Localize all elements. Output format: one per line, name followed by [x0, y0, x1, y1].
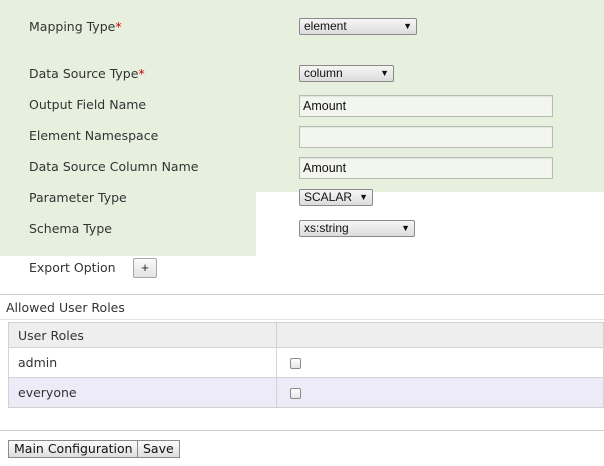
role-admin-checkbox[interactable] — [290, 358, 301, 369]
divider — [0, 319, 604, 320]
role-name: everyone — [8, 377, 277, 408]
mapping-type-value: element — [304, 19, 347, 33]
role-checkbox-cell — [276, 377, 604, 408]
user-roles-table: User Roles admin everyone — [8, 322, 604, 408]
table-header-row: User Roles — [8, 322, 604, 348]
add-export-option-button[interactable]: + — [133, 258, 157, 278]
role-name: admin — [8, 347, 277, 378]
data-source-type-value: column — [304, 66, 343, 80]
schema-type-label: Schema Type — [29, 221, 112, 236]
checkbox-column-header — [276, 322, 604, 348]
output-field-name-label: Output Field Name — [29, 97, 147, 112]
output-field-name-input[interactable]: Amount — [299, 95, 553, 117]
main-configuration-button[interactable]: Main Configuration — [8, 440, 139, 458]
chevron-down-icon: ▼ — [401, 223, 410, 233]
chevron-down-icon: ▼ — [359, 192, 368, 202]
required-asterisk: * — [138, 66, 145, 81]
divider — [0, 294, 604, 295]
required-asterisk: * — [115, 19, 122, 34]
element-namespace-input[interactable] — [299, 126, 553, 148]
role-everyone-checkbox[interactable] — [290, 388, 301, 399]
divider — [0, 430, 604, 431]
role-checkbox-cell — [276, 347, 604, 378]
parameter-type-label: Parameter Type — [29, 190, 127, 205]
data-source-type-label: Data Source Type* — [29, 66, 145, 81]
export-option-label: Export Option — [29, 260, 116, 275]
save-button[interactable]: Save — [137, 440, 180, 458]
allowed-user-roles-title: Allowed User Roles — [6, 300, 125, 315]
table-row: everyone — [8, 377, 604, 408]
schema-type-select[interactable]: xs:string ▼ — [299, 220, 415, 237]
mapping-type-select[interactable]: element ▼ — [299, 18, 417, 35]
element-namespace-label: Element Namespace — [29, 128, 159, 143]
parameter-type-select[interactable]: SCALAR ▼ — [299, 189, 373, 206]
chevron-down-icon: ▼ — [403, 21, 412, 31]
parameter-type-value: SCALAR — [304, 190, 353, 204]
data-source-column-name-label: Data Source Column Name — [29, 159, 199, 174]
data-source-column-name-input[interactable]: Amount — [299, 157, 553, 179]
table-row: admin — [8, 347, 604, 378]
mapping-type-label: Mapping Type* — [29, 19, 122, 34]
schema-type-value: xs:string — [304, 221, 349, 235]
chevron-down-icon: ▼ — [380, 68, 389, 78]
data-source-type-select[interactable]: column ▼ — [299, 65, 394, 82]
user-roles-column-header: User Roles — [8, 322, 277, 348]
